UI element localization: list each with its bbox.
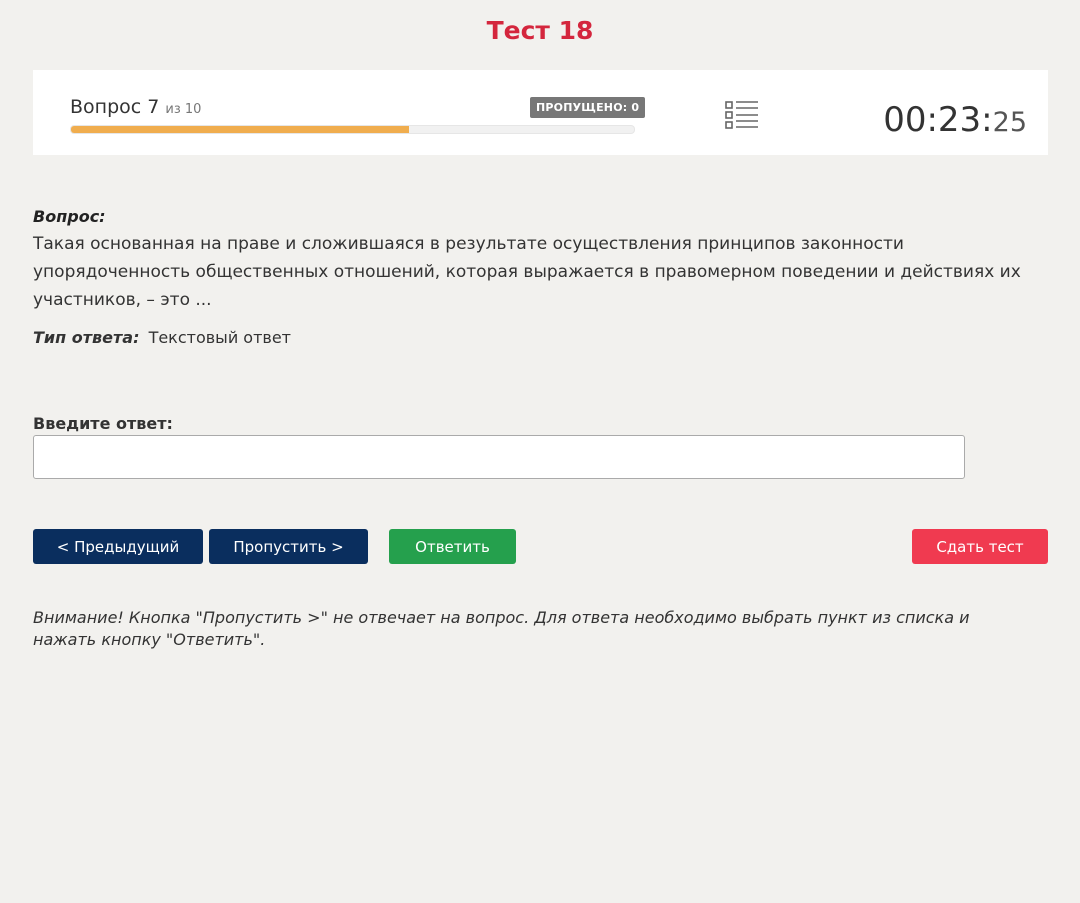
previous-button[interactable]: < Предыдущий: [33, 529, 203, 564]
question-total: из 10: [165, 102, 202, 117]
submit-test-button[interactable]: Сдать тест: [912, 529, 1048, 564]
answer-input[interactable]: [33, 435, 965, 479]
answer-label: Введите ответ:: [33, 414, 173, 433]
question-text: Такая основанная на праве и сложившаяся …: [33, 234, 1021, 310]
answer-type-row: Тип ответа: Текстовый ответ: [33, 328, 1033, 347]
answer-button[interactable]: Ответить: [389, 529, 516, 564]
timer-main: 00:23:: [883, 100, 993, 140]
page-title: Тест 18: [486, 16, 594, 45]
question-section: Вопрос: Такая основанная на праве и слож…: [33, 207, 1033, 314]
question-counter: Вопрос 7 из 10: [70, 96, 201, 118]
question-number: Вопрос 7: [70, 96, 160, 118]
answer-type-value: Текстовый ответ: [148, 328, 291, 347]
progress-fill: [71, 126, 409, 133]
warning-note: Внимание! Кнопка "Пропустить >" не отвеч…: [33, 608, 970, 649]
answer-type-label: Тип ответа:: [33, 328, 140, 347]
timer: 00:23:25: [883, 100, 1027, 140]
list-icon[interactable]: [724, 99, 760, 131]
question-label: Вопрос:: [33, 207, 106, 226]
skip-button[interactable]: Пропустить >: [209, 529, 368, 564]
question-header-panel: Вопрос 7 из 10 ПРОПУЩЕНО: 0 00:23:25: [33, 70, 1048, 155]
progress-bar: [70, 125, 635, 134]
timer-seconds: 25: [992, 107, 1027, 138]
skipped-badge: ПРОПУЩЕНО: 0: [530, 97, 646, 118]
